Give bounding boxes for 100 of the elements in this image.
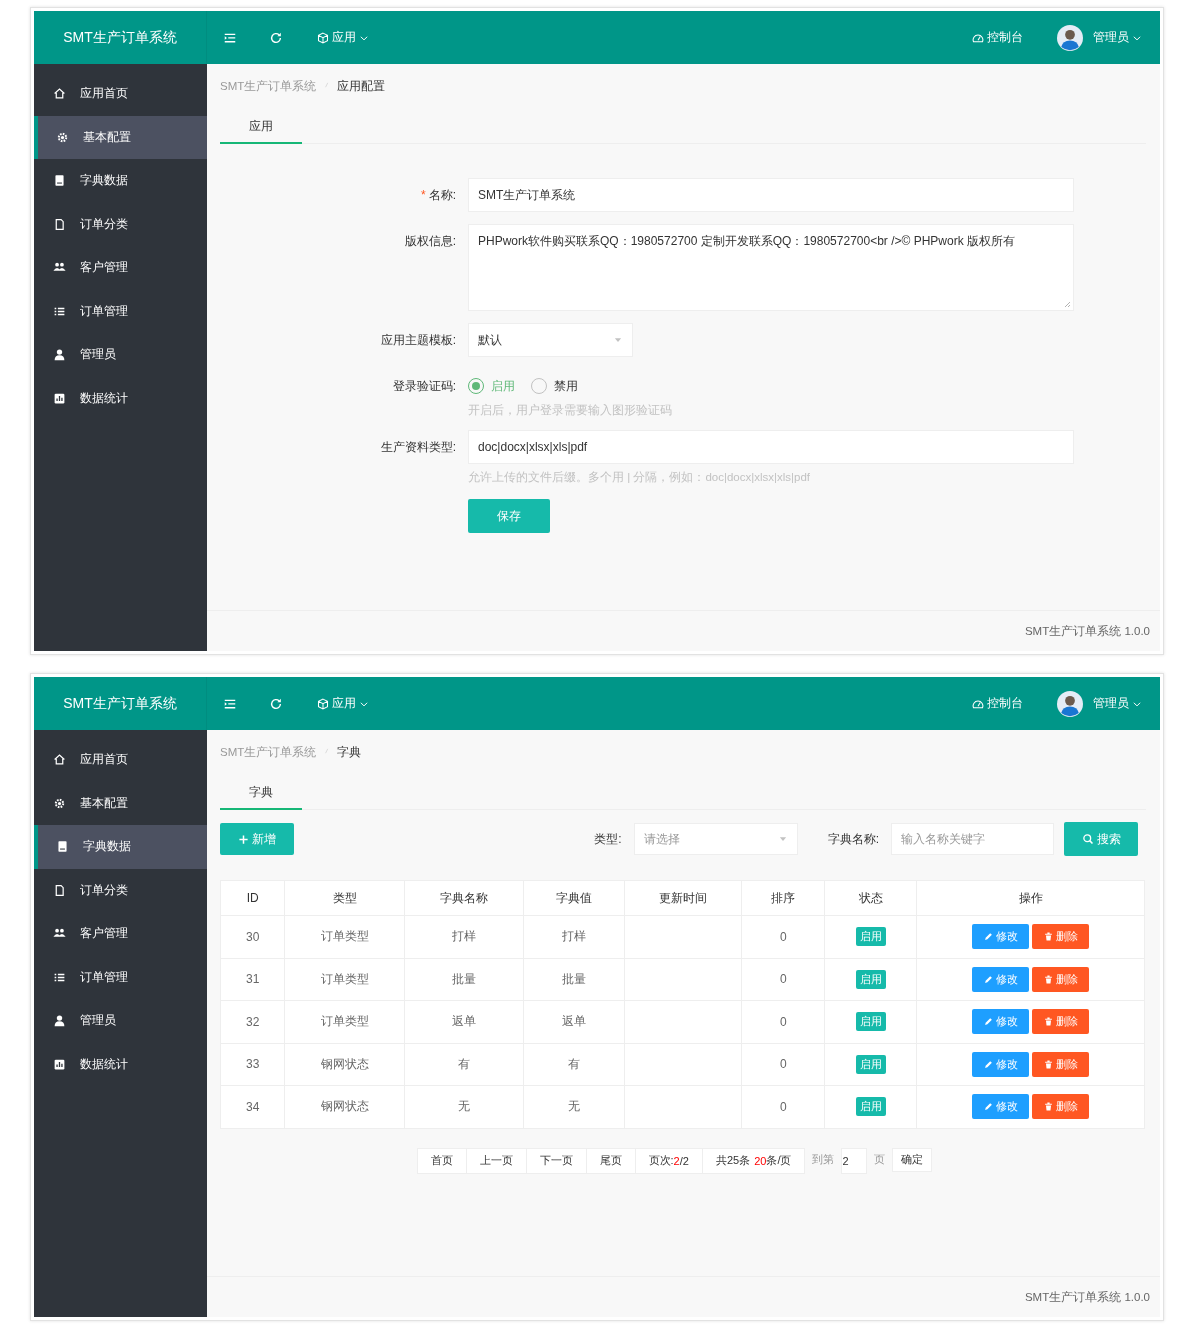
cube-icon (317, 697, 329, 710)
app-menu[interactable]: 应用 (317, 695, 369, 712)
sidebar-item[interactable]: 管理员 (34, 999, 207, 1043)
sidebar-item[interactable]: 客户管理 (34, 912, 207, 956)
book-icon (56, 840, 69, 854)
user-menu[interactable]: 管理员 (1093, 29, 1142, 46)
text-field[interactable]: SMT生产订单系统 (468, 178, 1074, 212)
table-cell: 30 (220, 915, 285, 958)
column-header: 字典值 (523, 880, 624, 916)
table-cell: 0 (741, 1085, 825, 1128)
refresh-button[interactable] (269, 696, 283, 711)
trash-icon (1043, 974, 1053, 984)
avatar-icon (1057, 24, 1083, 51)
table-cell: 打样 (404, 915, 524, 958)
user-menu[interactable]: 管理员 (1093, 695, 1142, 712)
field-label: 应用主题模板: (380, 333, 456, 347)
pencil-icon (983, 932, 993, 942)
table-cell: 33 (220, 1043, 285, 1086)
radio-option[interactable]: 禁用 (531, 377, 578, 395)
pencil-icon (983, 1059, 993, 1069)
document-icon (53, 217, 66, 231)
sidebar-item[interactable]: 数据统计 (34, 1042, 207, 1086)
bar-chart-icon (53, 391, 66, 405)
tab[interactable]: 字典 (220, 776, 302, 810)
refresh-button[interactable] (269, 30, 283, 45)
app-menu[interactable]: 应用 (317, 29, 369, 46)
book-icon (53, 174, 66, 188)
status-badge: 启用 (855, 1012, 886, 1032)
text-field[interactable]: doc|docx|xlsx|xls|pdf (468, 430, 1074, 464)
status-badge: 启用 (855, 1097, 886, 1117)
column-header: 更新时间 (624, 880, 742, 916)
sidebar-item[interactable]: 客户管理 (34, 246, 207, 290)
filter-label: 字典名称: (827, 830, 879, 848)
confirm-button[interactable]: 确定 (892, 1147, 933, 1172)
sidebar-item[interactable]: 字典数据 (34, 159, 207, 203)
refresh-icon (269, 696, 283, 711)
column-header: 字典名称 (404, 880, 524, 916)
gauge-icon (972, 697, 984, 710)
status-badge: 启用 (855, 927, 886, 947)
field-label: 登录验证码: (392, 379, 456, 393)
filter-label: 类型: (594, 830, 622, 848)
tab[interactable]: 应用 (220, 110, 302, 144)
sidebar-item[interactable]: 管理员 (34, 333, 207, 377)
sidebar-item[interactable]: 应用首页 (34, 72, 207, 116)
footer-text: SMT生产订单系统 1.0.0 (1024, 623, 1150, 639)
required-mark: * (421, 188, 426, 202)
pencil-icon (983, 1017, 993, 1027)
table-cell: 0 (741, 1000, 825, 1043)
home-icon (53, 87, 66, 101)
table-cell: 打样 (523, 915, 624, 958)
sidebar-item[interactable]: 应用首页 (34, 738, 207, 782)
text-area[interactable]: PHPwork软件购买联系QQ：1980572700 定制开发联系QQ：1980572700<br />© PHPwork 版权所有 (468, 224, 1074, 311)
page-link[interactable]: 上一页 (465, 1147, 527, 1174)
table-cell: 有 (523, 1043, 624, 1086)
trash-icon (1043, 1102, 1053, 1112)
search-field[interactable]: 输入名称关键字 (891, 823, 1054, 855)
console-link[interactable]: 控制台 (972, 29, 1023, 46)
user-icon (53, 1014, 66, 1028)
page-link[interactable]: 尾页 (585, 1147, 636, 1174)
footer-text: SMT生产订单系统 1.0.0 (1024, 1289, 1150, 1305)
table-cell: 返单 (523, 1000, 624, 1043)
sidebar-item[interactable]: 订单分类 (34, 868, 207, 912)
console-link[interactable]: 控制台 (972, 695, 1023, 712)
refresh-icon (269, 30, 283, 45)
sidebar-item[interactable]: 基本配置 (34, 781, 207, 825)
status-badge: 启用 (855, 969, 886, 989)
page-link[interactable]: 首页 (416, 1147, 467, 1174)
field-label: 生产资料类型: (380, 440, 456, 454)
page-label: 页次: (648, 1153, 674, 1168)
status-badge: 启用 (855, 1054, 886, 1074)
table-cell: 订单类型 (284, 915, 405, 958)
column-header: ID (220, 880, 285, 916)
table-cell: 批量 (523, 958, 624, 1001)
user-icon (53, 348, 66, 362)
sidebar-item[interactable]: 订单分类 (34, 202, 207, 246)
page-link[interactable]: 下一页 (525, 1147, 587, 1174)
column-header: 状态 (824, 880, 917, 916)
bar-chart-icon (53, 1057, 66, 1071)
select-field[interactable]: 默认 (468, 323, 633, 357)
breadcrumb-link[interactable]: 字典 (337, 745, 362, 760)
sidebar-item[interactable]: 数据统计 (34, 376, 207, 420)
breadcrumb-link[interactable]: 应用配置 (337, 79, 386, 94)
sidebar-item[interactable]: 字典数据 (34, 825, 207, 869)
field-label: 名称: (428, 188, 456, 202)
document-icon (53, 883, 66, 897)
settings-icon (56, 130, 69, 144)
sidebar-item[interactable]: 订单管理 (34, 289, 207, 333)
page-input[interactable]: 2 (841, 1147, 868, 1174)
table-cell: 0 (741, 958, 825, 1001)
trash-icon (1043, 1059, 1053, 1069)
pencil-icon (983, 974, 993, 984)
table-cell: 34 (220, 1085, 285, 1128)
avatar-icon (1057, 690, 1083, 717)
field-label: 版权信息: (404, 234, 456, 248)
page-size: 20 (754, 1154, 767, 1167)
search-icon (1081, 833, 1094, 845)
table-cell: 0 (741, 1043, 825, 1086)
sidebar-item[interactable]: 基本配置 (34, 115, 207, 159)
sidebar-item[interactable]: 订单管理 (34, 955, 207, 999)
trash-icon (1043, 932, 1053, 942)
